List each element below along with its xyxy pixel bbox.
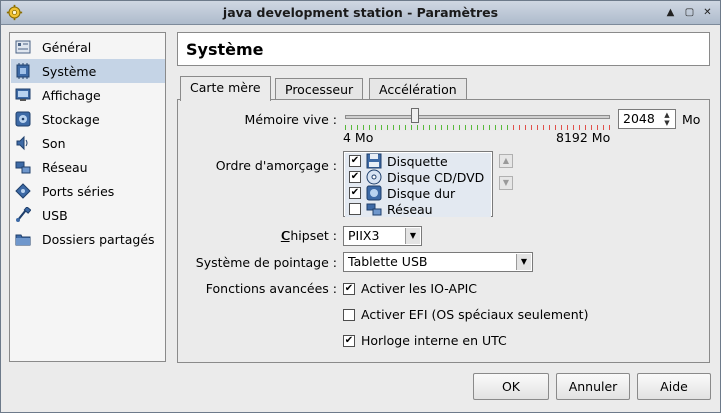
boot-item-cd-dvd[interactable]: ✔ Disque CD/DVD bbox=[345, 169, 491, 185]
boot-order-label: Ordre d'amorçage : bbox=[215, 158, 337, 173]
tab-processor[interactable]: Processeur bbox=[275, 78, 364, 100]
settings-window: java development station - Paramètres ▲ … bbox=[0, 0, 721, 413]
settings-category-list: Général Système Affichage Stockage Son R… bbox=[9, 32, 166, 362]
boot-checkbox[interactable]: ✔ bbox=[349, 187, 361, 199]
chipset-label-text: Chipset : bbox=[281, 228, 337, 243]
move-down-icon[interactable]: ▼ bbox=[499, 176, 513, 190]
pointing-label: Système de pointage : bbox=[195, 255, 337, 270]
boot-item-floppy[interactable]: ✔ Disquette bbox=[345, 153, 491, 169]
network-icon bbox=[15, 161, 31, 174]
boot-checkbox[interactable]: ✔ bbox=[349, 155, 361, 167]
window-title: java development station - Paramètres bbox=[222, 5, 499, 20]
sidebar-item-label: Dossiers partagés bbox=[42, 231, 155, 247]
ioapic-checkbox-row[interactable]: ✔ Activer les IO-APIC bbox=[343, 281, 477, 296]
chipset-label: CChipset : bbox=[280, 228, 337, 243]
boot-item-hard-disk[interactable]: ✔ Disque dur bbox=[345, 185, 491, 201]
sidebar-item-shared-folders[interactable]: Dossiers partagés bbox=[11, 227, 165, 251]
ok-button[interactable]: OK bbox=[473, 373, 549, 400]
efi-label: Activer EFI (OS spéciaux seulement) bbox=[361, 307, 589, 322]
spin-arrows-icon[interactable]: ▲ ▼ bbox=[661, 111, 673, 127]
sidebar-item-label: Système bbox=[42, 63, 97, 79]
memory-unit: Mo bbox=[682, 112, 701, 127]
boot-item-network[interactable]: Réseau bbox=[345, 201, 491, 217]
boot-item-label: Disque dur bbox=[387, 185, 456, 201]
utc-label: Horloge interne en UTC bbox=[361, 333, 507, 348]
memory-slider-handle[interactable] bbox=[411, 108, 419, 123]
serial-ports-icon bbox=[15, 183, 31, 199]
page-title: Système bbox=[177, 32, 710, 66]
sidebar-item-display[interactable]: Affichage bbox=[11, 83, 165, 107]
utc-checkbox-row[interactable]: ✔ Horloge interne en UTC bbox=[343, 333, 507, 348]
cancel-button[interactable]: Annuler bbox=[556, 373, 630, 400]
chipset-value: PIIX3 bbox=[348, 228, 380, 243]
cd-dvd-icon bbox=[366, 169, 382, 185]
memory-spinbox[interactable]: 2048 ▲ ▼ bbox=[618, 109, 676, 129]
boot-item-label: Réseau bbox=[387, 201, 433, 217]
memory-min-label: 4 Mo bbox=[343, 130, 374, 145]
memory-max-label: 8192 Mo bbox=[556, 130, 611, 145]
ioapic-label: Activer les IO-APIC bbox=[361, 281, 478, 296]
advanced-label: Fonctions avancées : bbox=[205, 281, 337, 296]
pointing-select[interactable]: Tablette USB ▼ bbox=[343, 252, 533, 272]
general-icon bbox=[15, 40, 31, 54]
close-button[interactable]: ✕ bbox=[701, 6, 714, 19]
help-button[interactable]: Aide bbox=[637, 373, 711, 400]
sidebar-item-label: USB bbox=[42, 207, 68, 223]
hard-disk-icon bbox=[366, 185, 382, 201]
ioapic-checkbox[interactable]: ✔ bbox=[343, 282, 355, 295]
efi-checkbox-row[interactable]: Activer EFI (OS spéciaux seulement) bbox=[343, 307, 588, 322]
move-up-icon[interactable]: ▲ bbox=[499, 154, 513, 168]
sidebar-item-label: Général bbox=[42, 39, 92, 55]
efi-checkbox[interactable] bbox=[343, 308, 355, 321]
storage-icon bbox=[15, 111, 31, 127]
sidebar-item-storage[interactable]: Stockage bbox=[11, 107, 165, 131]
title-bar: java development station - Paramètres ▲ … bbox=[1, 1, 720, 25]
sidebar-item-label: Son bbox=[42, 135, 66, 151]
boot-checkbox[interactable]: ✔ bbox=[349, 171, 361, 183]
sidebar-item-general[interactable]: Général bbox=[11, 35, 165, 59]
boot-item-label: Disque CD/DVD bbox=[387, 169, 485, 185]
sidebar-item-serial-ports[interactable]: Ports séries bbox=[11, 179, 165, 203]
system-icon bbox=[16, 63, 30, 79]
memory-label: Mémoire vive : bbox=[244, 112, 337, 127]
chevron-down-icon[interactable]: ▼ bbox=[405, 228, 420, 244]
memory-value: 2048 bbox=[623, 111, 655, 126]
floppy-icon bbox=[366, 153, 382, 169]
chevron-down-icon[interactable]: ▼ bbox=[516, 254, 531, 270]
sidebar-item-system[interactable]: Système bbox=[11, 59, 165, 83]
boot-checkbox[interactable] bbox=[349, 203, 361, 215]
sidebar-item-label: Ports séries bbox=[42, 183, 115, 199]
sidebar-item-network[interactable]: Réseau bbox=[11, 155, 165, 179]
tab-acceleration[interactable]: Accélération bbox=[369, 78, 467, 100]
display-icon bbox=[15, 88, 31, 101]
sidebar-item-audio[interactable]: Son bbox=[11, 131, 165, 155]
audio-icon bbox=[16, 135, 28, 151]
chipset-select[interactable]: PIIX3 ▼ bbox=[343, 226, 422, 246]
shared-folders-icon bbox=[15, 234, 31, 246]
sidebar-item-label: Stockage bbox=[42, 111, 100, 127]
sidebar-item-label: Réseau bbox=[42, 159, 88, 175]
utc-checkbox[interactable]: ✔ bbox=[343, 334, 355, 347]
pointing-value: Tablette USB bbox=[348, 254, 428, 269]
memory-slider-track[interactable] bbox=[345, 115, 610, 119]
boot-item-label: Disquette bbox=[387, 153, 448, 169]
sidebar-item-label: Affichage bbox=[42, 87, 101, 103]
boot-order-list: ✔ Disquette ✔ Disque CD/DVD ✔ Disque dur… bbox=[343, 151, 493, 217]
network-boot-icon bbox=[366, 203, 382, 216]
shade-button[interactable]: ▲ bbox=[664, 6, 677, 19]
usb-icon bbox=[16, 207, 31, 222]
sidebar-item-usb[interactable]: USB bbox=[11, 203, 165, 227]
maximize-button[interactable]: ▢ bbox=[683, 6, 696, 19]
tab-motherboard[interactable]: Carte mère bbox=[180, 76, 271, 101]
